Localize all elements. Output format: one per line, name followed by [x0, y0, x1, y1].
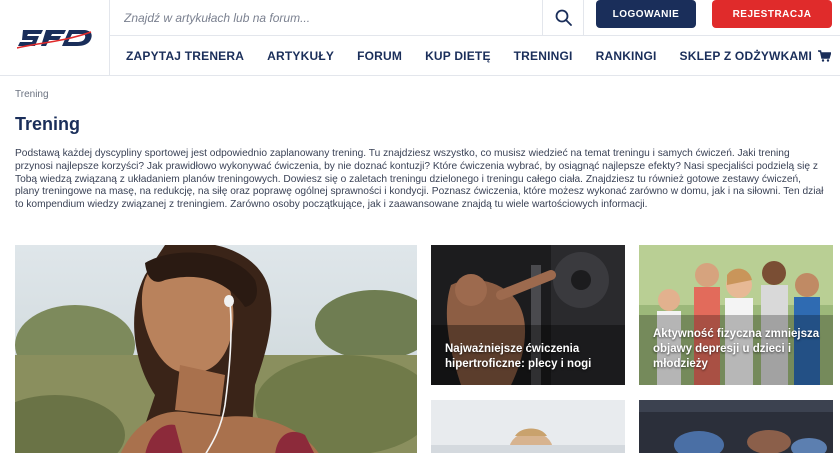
article-card-title: Aktywność fizyczna zmniejsza objawy depr… — [653, 328, 820, 370]
nav-item-trainings[interactable]: TRENINGI — [514, 49, 573, 63]
site-header: LOGOWANIE REJESTRACJA ZAPYTAJ TRENERA AR… — [0, 0, 840, 76]
search-bar: LOGOWANIE REJESTRACJA — [110, 0, 840, 36]
search-icon — [555, 9, 572, 26]
nav-item-label: FORUM — [357, 49, 403, 63]
nav-item-label: ZAPYTAJ TRENERA — [126, 49, 245, 63]
search-input[interactable] — [110, 0, 542, 35]
article-card-title: Najważniejsze ćwiczenia hipertroficzne: … — [445, 343, 592, 370]
login-button[interactable]: LOGOWANIE — [596, 0, 696, 28]
search-button[interactable] — [542, 0, 584, 35]
nav-item-ask-trainer[interactable]: ZAPYTAJ TRENERA — [126, 49, 244, 63]
nav-item-label: RANKINGI — [595, 49, 657, 63]
breadcrumb[interactable]: Trening — [15, 89, 49, 100]
nav-item-label: ARTYKUŁY — [267, 49, 335, 63]
nav-item-buy-diet[interactable]: KUP DIETĘ — [425, 49, 491, 63]
nav-item-label: SKLEP Z ODŻYWKAMI — [679, 49, 813, 63]
page-intro: Podstawą każdej dyscypliny sportowej jes… — [15, 148, 824, 211]
nav-item-articles[interactable]: ARTYKUŁY — [267, 49, 334, 63]
nav-item-rankings[interactable]: RANKINGI — [596, 49, 657, 63]
register-button[interactable]: REJESTRACJA — [712, 0, 832, 28]
article-card[interactable] — [639, 400, 833, 453]
nav-item-label: KUP DIETĘ — [425, 49, 491, 63]
cart-icon — [818, 50, 832, 62]
article-card[interactable] — [431, 400, 625, 453]
nav-item-supplement-shop[interactable]: SKLEP Z ODŻYWKAMI — [680, 49, 832, 63]
sfd-logo-icon — [16, 30, 92, 49]
gym-class-photo — [639, 400, 833, 453]
nav-item-forum[interactable]: FORUM — [357, 49, 402, 63]
site-logo[interactable] — [0, 0, 110, 76]
page-title: Trening — [15, 114, 81, 134]
nav-item-label: TRENINGI — [513, 49, 573, 63]
main-nav: ZAPYTAJ TRENERA ARTYKUŁY FORUM KUP DIETĘ… — [110, 36, 840, 76]
article-card[interactable]: Najważniejsze ćwiczenia hipertroficzne: … — [431, 245, 625, 385]
exercise-photo — [431, 400, 625, 453]
article-card[interactable]: Aktywność fizyczna zmniejsza objawy depr… — [639, 245, 833, 385]
hero-article-image[interactable] — [15, 245, 417, 453]
woman-runner-photo — [15, 245, 417, 453]
